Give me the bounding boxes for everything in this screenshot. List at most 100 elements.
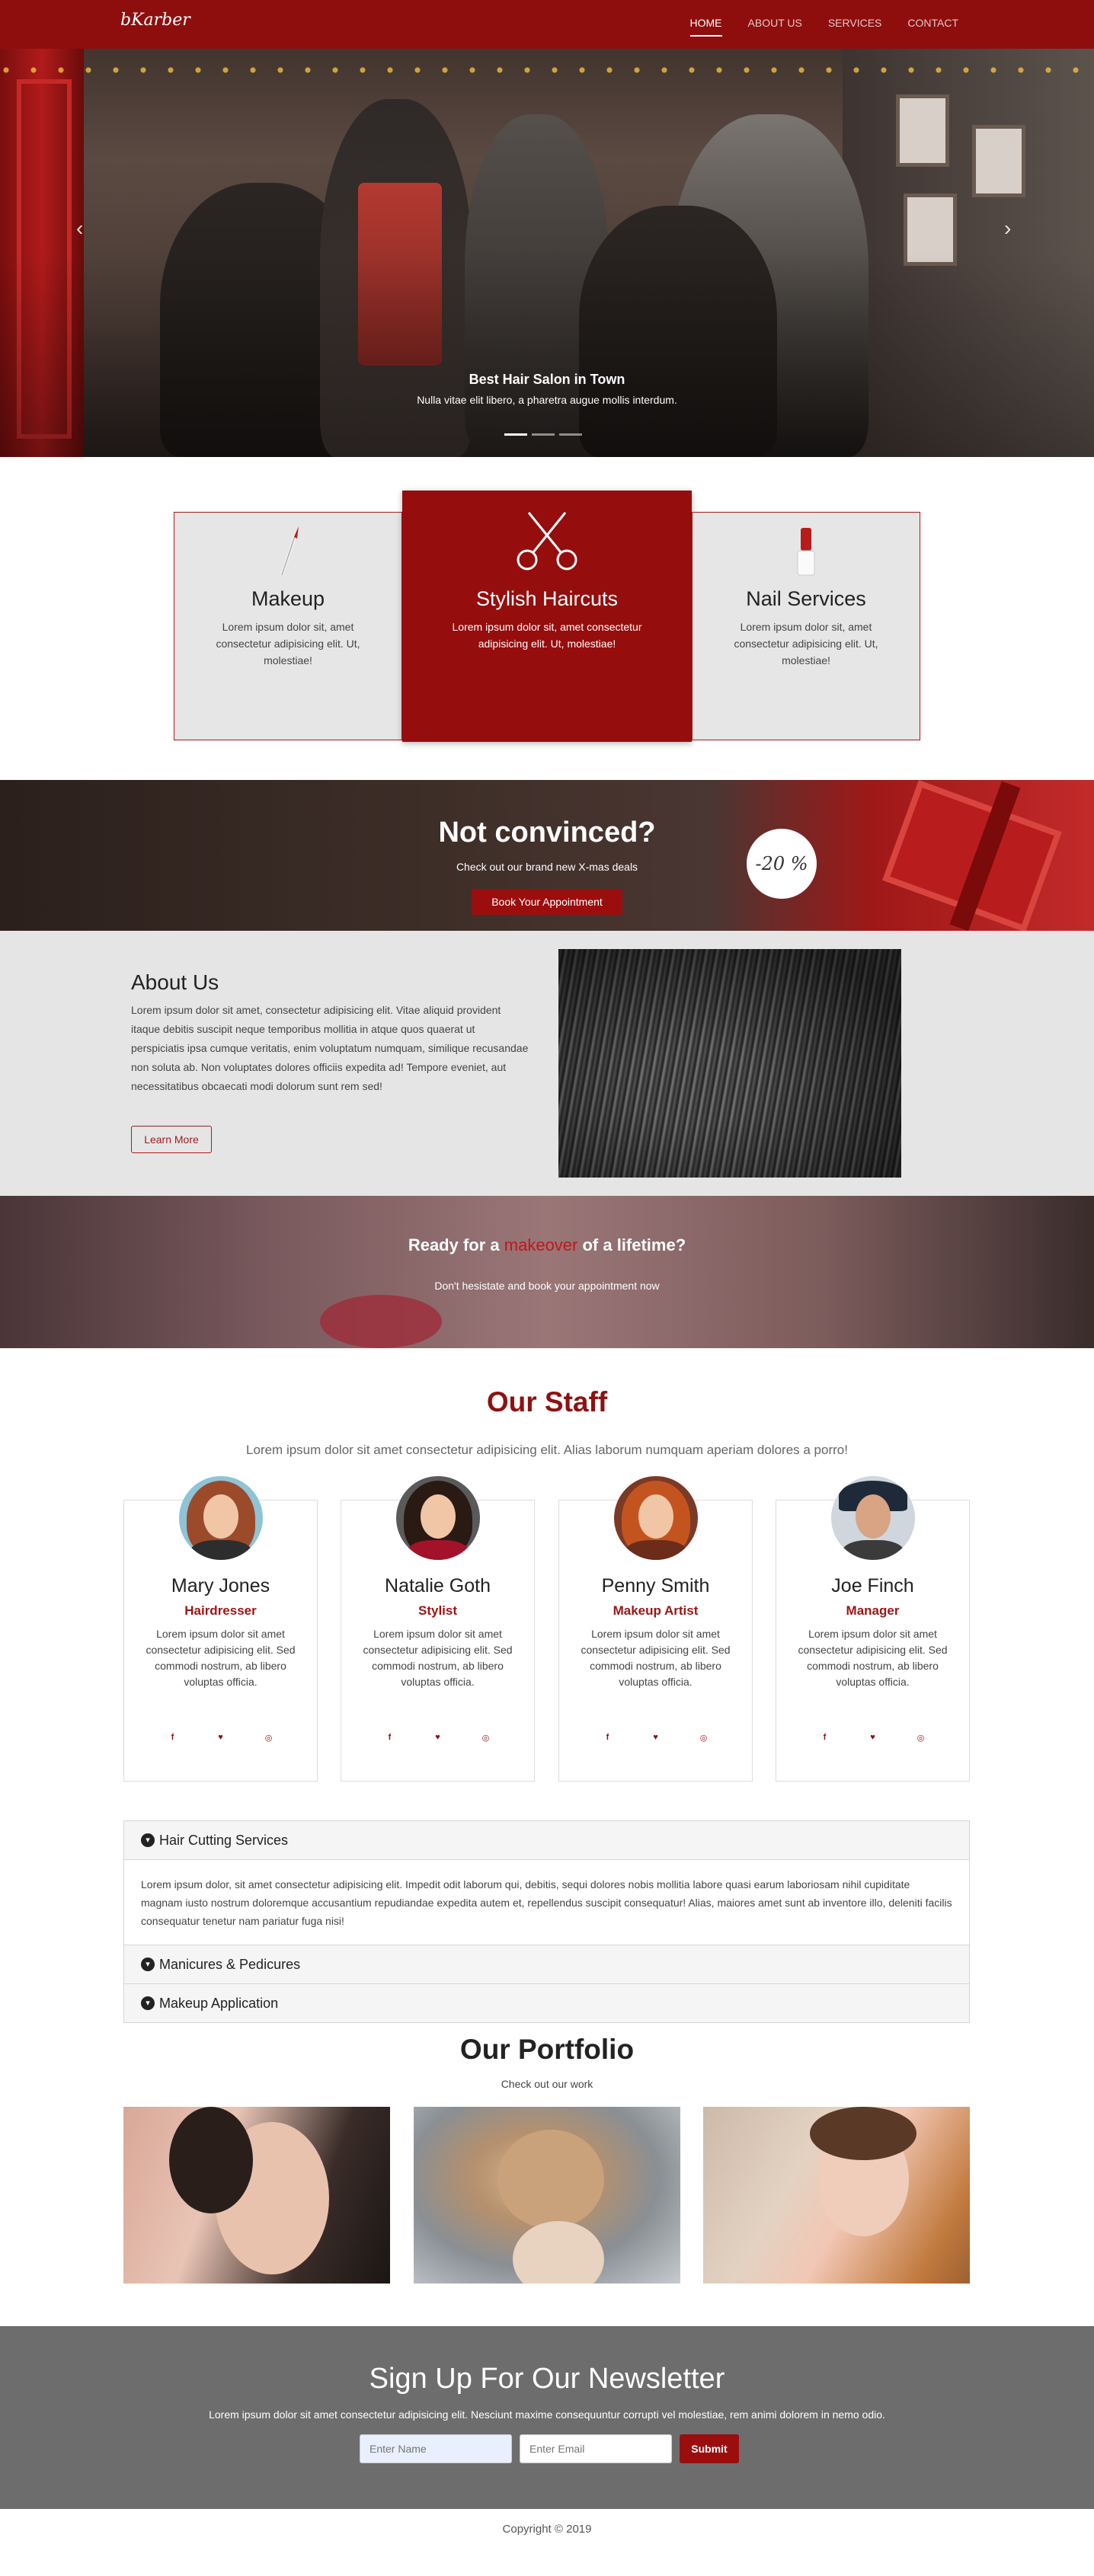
services-section: Makeup Lorem ipsum dolor sit, amet conse… (174, 491, 920, 743)
makeover-title: Ready for a makeover of a lifetime? (0, 1235, 1094, 1255)
accordion-header[interactable]: ▾ Makeup Application (124, 1984, 969, 2022)
staff-title: Our Staff (486, 1386, 608, 1417)
staff-role: Hairdresser (184, 1603, 257, 1618)
staff-bio: Lorem ipsum dolor sit amet consectetur a… (581, 1628, 731, 1688)
avatar (396, 1476, 480, 1560)
carousel-indicator[interactable] (504, 433, 527, 436)
staff-role: Manager (846, 1603, 900, 1618)
accordion-item-manicures: ▾ Manicures & Pedicures (123, 1945, 970, 1984)
avatar (614, 1476, 698, 1560)
carousel-indicator[interactable] (532, 433, 555, 436)
avatar (831, 1476, 915, 1560)
instagram-icon[interactable]: ◎ (479, 1731, 493, 1744)
staff-name: Penny Smith (601, 1575, 710, 1596)
facebook-icon[interactable]: f (166, 1731, 180, 1744)
twitter-icon[interactable]: ♥ (649, 1731, 663, 1744)
twitter-icon[interactable]: ♥ (214, 1731, 228, 1744)
twitter-icon[interactable]: ♥ (431, 1731, 445, 1744)
promo-title: Not convinced? (438, 817, 656, 849)
facebook-icon[interactable]: f (818, 1731, 832, 1744)
newsletter-form: Submit (360, 2434, 739, 2463)
avatar (179, 1476, 263, 1560)
accordion-header[interactable]: ▾ Manicures & Pedicures (124, 1945, 969, 1983)
portfolio-title: Our Portfolio (459, 2034, 635, 2065)
makeover-banner: Ready for a makeover of a lifetime? Don'… (0, 1196, 1094, 1348)
twitter-icon[interactable]: ♥ (866, 1731, 880, 1744)
discount-badge: -20 % (747, 829, 817, 899)
brush-icon (174, 525, 401, 578)
submit-button[interactable]: Submit (680, 2434, 739, 2463)
scissors-icon (403, 503, 691, 578)
service-card-haircuts[interactable]: Stylish Haircuts Lorem ipsum dolor sit, … (402, 491, 692, 742)
staff-socials: f ♥ ◎ (124, 1731, 317, 1744)
instagram-icon[interactable]: ◎ (914, 1731, 928, 1744)
staff-socials: f ♥ ◎ (559, 1731, 752, 1744)
staff-card: Natalie Goth Stylist Lorem ipsum dolor s… (341, 1476, 535, 1782)
accordion-header[interactable]: ▾ Hair Cutting Services (124, 1821, 969, 1859)
makeover-title-start: Ready for a (408, 1235, 504, 1254)
service-card-nails[interactable]: Nail Services Lorem ipsum dolor sit, ame… (692, 512, 920, 740)
staff-socials: f ♥ ◎ (776, 1731, 969, 1744)
portfolio-subtitle: Check out our work (501, 2078, 593, 2090)
service-text: Lorem ipsum dolor sit, amet consectetur … (452, 621, 642, 650)
portfolio-image-hairstyle[interactable] (414, 2107, 680, 2284)
hero-title: Best Hair Salon in Town (469, 372, 625, 387)
nav-links: HOME ABOUT US SERVICES CONTACT (689, 17, 958, 37)
staff-role: Makeup Artist (613, 1603, 699, 1618)
carousel-indicators (504, 433, 582, 436)
staff-subtitle: Lorem ipsum dolor sit amet consectetur a… (246, 1443, 848, 1457)
accordion-body: Lorem ipsum dolor, sit amet consectetur … (124, 1859, 969, 1945)
accordion-title: Manicures & Pedicures (159, 1957, 301, 1972)
staff-card: Mary Jones Hairdresser Lorem ipsum dolor… (123, 1476, 318, 1782)
nav-link-about[interactable]: ABOUT US (748, 17, 802, 37)
chevron-down-icon: ▾ (141, 1958, 155, 1971)
makeover-text: Don't hesistate and book your appointmen… (434, 1280, 660, 1292)
nav-link-contact[interactable]: CONTACT (907, 17, 958, 37)
makeover-title-accent: makeover (504, 1235, 578, 1254)
carousel-prev-icon[interactable]: ‹ (76, 216, 83, 241)
instagram-icon[interactable]: ◎ (697, 1731, 711, 1744)
portfolio-image-makeup[interactable] (123, 2107, 390, 2284)
promo-banner: Not convinced? Check out our brand new X… (0, 780, 1094, 931)
name-input[interactable] (360, 2434, 512, 2463)
about-hair-photo (558, 949, 901, 1178)
staff-socials: f ♥ ◎ (341, 1731, 534, 1744)
hero-caption: Best Hair Salon in Town Nulla vitae elit… (0, 372, 1094, 406)
staff-bio: Lorem ipsum dolor sit amet consectetur a… (146, 1628, 296, 1688)
nav-link-services[interactable]: SERVICES (828, 17, 882, 37)
staff-card: Joe Finch Manager Lorem ipsum dolor sit … (776, 1476, 970, 1782)
newsletter-title: Sign Up For Our Newsletter (369, 2363, 725, 2395)
staff-role: Stylist (417, 1603, 458, 1618)
facebook-icon[interactable]: f (601, 1731, 615, 1744)
learn-more-button[interactable]: Learn More (131, 1126, 212, 1153)
accordion-item-hair-cutting: ▾ Hair Cutting Services Lorem ipsum dolo… (123, 1820, 970, 1946)
staff-bio: Lorem ipsum dolor sit amet consectetur a… (798, 1628, 948, 1688)
staff-name: Mary Jones (171, 1575, 270, 1596)
logo[interactable]: bKarber (120, 11, 190, 30)
service-title: Makeup (251, 587, 325, 610)
service-title: Nail Services (746, 587, 866, 610)
carousel-indicator[interactable] (559, 433, 582, 436)
lips-image (320, 1295, 442, 1348)
accordion-title: Hair Cutting Services (159, 1833, 289, 1848)
service-text: Lorem ipsum dolor sit, amet consectetur … (734, 621, 878, 666)
nav-link-home[interactable]: HOME (689, 17, 722, 37)
promo-text: Check out our brand new X-mas deals (456, 861, 638, 873)
service-text: Lorem ipsum dolor sit, amet consectetur … (216, 621, 360, 666)
service-title: Stylish Haircuts (475, 587, 619, 610)
carousel-next-icon[interactable]: › (1004, 216, 1011, 241)
accordion-item-makeup: ▾ Makeup Application (123, 1983, 970, 2023)
top-navbar: bKarber HOME ABOUT US SERVICES CONTACT (0, 0, 1094, 49)
makeover-title-end: of a lifetime? (577, 1235, 686, 1254)
portfolio-image-portrait[interactable] (703, 2107, 970, 2284)
staff-bio: Lorem ipsum dolor sit amet consectetur a… (363, 1628, 513, 1688)
instagram-icon[interactable]: ◎ (262, 1731, 276, 1744)
hero-text: Nulla vitae elit libero, a pharetra augu… (417, 394, 677, 406)
facebook-icon[interactable]: f (383, 1731, 397, 1744)
nail-polish-icon (693, 525, 920, 578)
email-input[interactable] (520, 2434, 672, 2463)
about-title: About Us (131, 970, 219, 994)
service-card-makeup[interactable]: Makeup Lorem ipsum dolor sit, amet conse… (174, 512, 402, 740)
newsletter-section: Sign Up For Our Newsletter Lorem ipsum d… (0, 2326, 1094, 2509)
book-appointment-button[interactable]: Book Your Appointment (472, 889, 622, 915)
